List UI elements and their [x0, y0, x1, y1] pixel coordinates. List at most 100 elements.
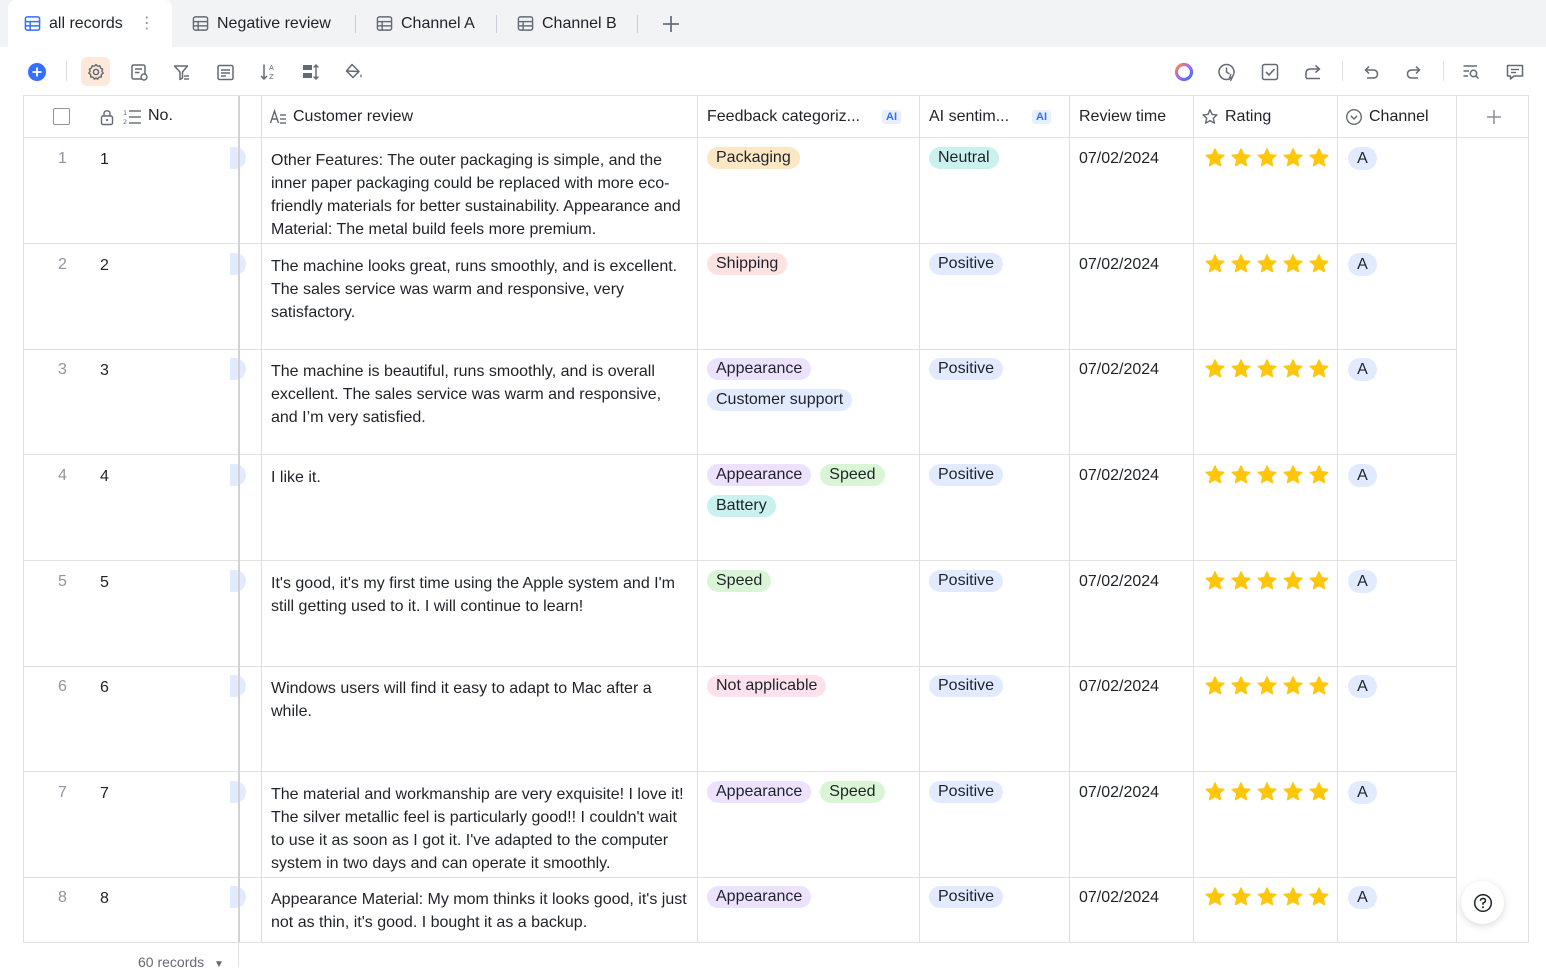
add-field-button[interactable]	[1457, 96, 1528, 138]
help-button[interactable]	[1461, 881, 1504, 924]
cell-customer-review[interactable]: The material and workmanship are very ex…	[262, 772, 698, 878]
cell-ai-sentiment[interactable]: Positive	[920, 561, 1070, 667]
cell-customer-review[interactable]: I like it.	[262, 455, 698, 561]
tab-all-records[interactable]: all records ⋮	[8, 0, 172, 47]
cell-hidden-column[interactable]	[240, 455, 262, 561]
star-icon[interactable]	[1230, 675, 1252, 697]
undo-button[interactable]	[1358, 59, 1384, 85]
header-hidden-column[interactable]	[240, 96, 262, 138]
star-icon[interactable]	[1282, 253, 1304, 275]
star-icon[interactable]	[1282, 886, 1304, 908]
cell-customer-review[interactable]: The machine is beautiful, runs smoothly,…	[262, 349, 698, 455]
cell-review-time[interactable]: 07/02/2024	[1070, 561, 1194, 667]
star-icon[interactable]	[1282, 464, 1304, 486]
cell-ai-sentiment[interactable]: Positive	[920, 455, 1070, 561]
share-button[interactable]	[1300, 59, 1326, 85]
star-icon[interactable]	[1282, 570, 1304, 592]
cell-channel[interactable]: A	[1338, 244, 1457, 350]
star-icon[interactable]	[1256, 253, 1278, 275]
star-icon[interactable]	[1308, 147, 1330, 169]
cell-ai-sentiment[interactable]: Positive	[920, 244, 1070, 350]
cell-ai-sentiment[interactable]: Positive	[920, 666, 1070, 772]
field-config-button[interactable]	[126, 59, 152, 85]
cell-no[interactable]: 11	[24, 138, 246, 244]
star-icon[interactable]	[1204, 570, 1226, 592]
cell-channel[interactable]: A	[1338, 561, 1457, 667]
cell-ai-sentiment[interactable]: Positive	[920, 877, 1070, 942]
star-icon[interactable]	[1308, 464, 1330, 486]
cell-review-time[interactable]: 07/02/2024	[1070, 244, 1194, 350]
star-icon[interactable]	[1204, 675, 1226, 697]
ai-assistant-button[interactable]	[1171, 59, 1197, 85]
cell-customer-review[interactable]: Other Features: The outer packaging is s…	[262, 138, 698, 244]
star-icon[interactable]	[1282, 147, 1304, 169]
cell-no[interactable]: 88	[24, 877, 246, 942]
cell-channel[interactable]: A	[1338, 455, 1457, 561]
star-icon[interactable]	[1308, 358, 1330, 380]
star-icon[interactable]	[1204, 358, 1226, 380]
cell-hidden-column[interactable]	[240, 772, 262, 878]
star-icon[interactable]	[1230, 781, 1252, 803]
star-icon[interactable]	[1204, 886, 1226, 908]
cell-hidden-column[interactable]	[240, 138, 262, 244]
cell-channel[interactable]: A	[1338, 877, 1457, 942]
cell-hidden-column[interactable]	[240, 666, 262, 772]
star-icon[interactable]	[1230, 147, 1252, 169]
cell-rating[interactable]	[1194, 877, 1338, 942]
cell-feedback-category[interactable]: Appearance	[698, 877, 920, 942]
cell-no[interactable]: 33	[24, 349, 246, 455]
star-icon[interactable]	[1204, 464, 1226, 486]
filter-button[interactable]	[168, 59, 194, 85]
sort-button[interactable]: AZ	[255, 59, 281, 85]
add-view-button[interactable]	[660, 0, 682, 47]
star-icon[interactable]	[1256, 781, 1278, 803]
cell-rating[interactable]	[1194, 244, 1338, 350]
fill-color-button[interactable]	[341, 59, 367, 85]
cell-no[interactable]: 66	[24, 666, 246, 772]
search-button[interactable]	[1458, 59, 1484, 85]
header-channel[interactable]: Channel	[1338, 96, 1457, 138]
cell-no[interactable]: 55	[24, 561, 246, 667]
star-icon[interactable]	[1230, 464, 1252, 486]
header-no[interactable]: 12 No.	[24, 96, 240, 138]
row-height-button[interactable]	[298, 59, 324, 85]
cell-customer-review[interactable]: Appearance Material: My mom thinks it lo…	[262, 877, 698, 942]
star-icon[interactable]	[1308, 253, 1330, 275]
cell-ai-sentiment[interactable]: Positive	[920, 349, 1070, 455]
star-icon[interactable]	[1230, 570, 1252, 592]
automation-button[interactable]	[1214, 59, 1240, 85]
star-icon[interactable]	[1256, 147, 1278, 169]
cell-hidden-column[interactable]	[240, 244, 262, 350]
cell-customer-review[interactable]: Windows users will find it easy to adapt…	[262, 666, 698, 772]
star-icon[interactable]	[1230, 886, 1252, 908]
star-icon[interactable]	[1204, 253, 1226, 275]
redo-button[interactable]	[1401, 59, 1427, 85]
star-icon[interactable]	[1256, 570, 1278, 592]
cell-channel[interactable]: A	[1338, 349, 1457, 455]
record-count[interactable]: 60 records ▼	[138, 954, 224, 970]
cell-hidden-column[interactable]	[240, 561, 262, 667]
cell-rating[interactable]	[1194, 138, 1338, 244]
cell-review-time[interactable]: 07/02/2024	[1070, 138, 1194, 244]
cell-feedback-category[interactable]: Shipping	[698, 244, 920, 350]
cell-feedback-category[interactable]: Appearance Speed Battery	[698, 455, 920, 561]
cell-feedback-category[interactable]: Speed	[698, 561, 920, 667]
star-icon[interactable]	[1308, 886, 1330, 908]
comments-button[interactable]	[1502, 59, 1528, 85]
cell-channel[interactable]: A	[1338, 138, 1457, 244]
cell-channel[interactable]: A	[1338, 666, 1457, 772]
star-icon[interactable]	[1230, 253, 1252, 275]
select-all-checkbox[interactable]	[53, 108, 70, 125]
cell-ai-sentiment[interactable]: Neutral	[920, 138, 1070, 244]
cell-ai-sentiment[interactable]: Positive	[920, 772, 1070, 878]
cell-rating[interactable]	[1194, 561, 1338, 667]
star-icon[interactable]	[1308, 675, 1330, 697]
cell-feedback-category[interactable]: Appearance Customer support	[698, 349, 920, 455]
star-icon[interactable]	[1256, 464, 1278, 486]
header-ai-sentiment[interactable]: AI sentim... AI	[920, 96, 1070, 138]
cell-rating[interactable]	[1194, 666, 1338, 772]
star-icon[interactable]	[1308, 570, 1330, 592]
star-icon[interactable]	[1308, 781, 1330, 803]
tab-channel-b[interactable]: Channel B	[517, 0, 617, 47]
cell-feedback-category[interactable]: Packaging	[698, 138, 920, 244]
